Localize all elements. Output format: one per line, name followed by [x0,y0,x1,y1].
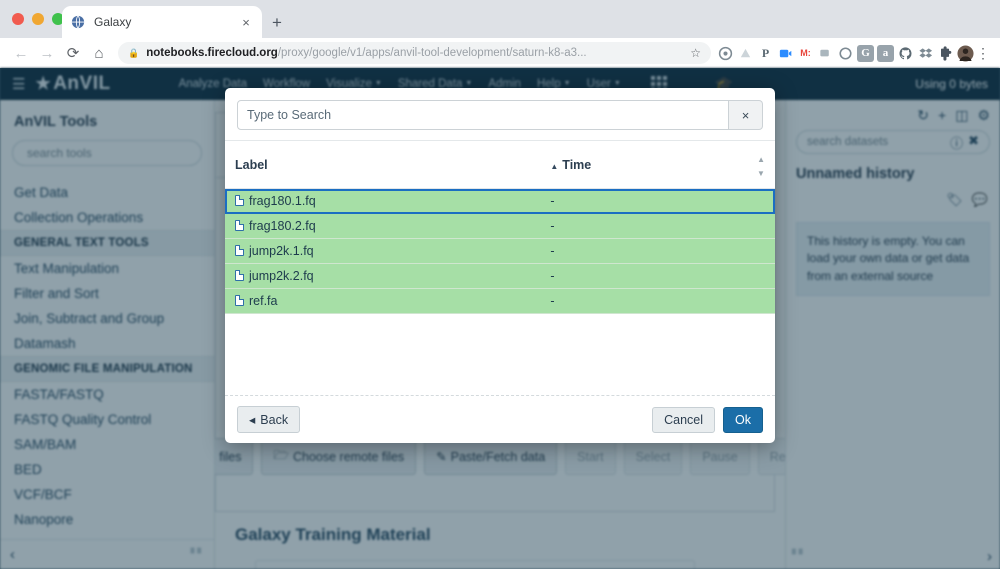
extension-icon-8[interactable]: a [877,44,894,62]
reload-button[interactable]: ⟳ [60,40,86,66]
extension-icon-6[interactable] [837,45,854,62]
minimize-window-button[interactable] [32,13,44,25]
file-icon [235,220,244,231]
address-bar-url: notebooks.firecloud.org/proxy/google/v1/… [146,47,684,59]
file-label-cell: frag180.1.fq [225,188,541,214]
back-button[interactable]: ◂ Back [237,406,301,433]
cancel-button[interactable]: Cancel [652,406,716,433]
file-label: jump2k.1.fq [249,244,314,258]
home-button[interactable]: ⌂ [86,40,112,66]
extension-icon-0[interactable] [717,45,734,62]
file-icon [235,245,244,256]
sort-ascending-icon: ▲ [550,162,559,171]
window-traffic-lights [12,13,64,25]
dropbox-icon[interactable] [917,45,934,62]
column-header-time[interactable]: ▲ Time [540,141,747,189]
table-row[interactable]: frag180.1.fq - [225,188,775,214]
file-table: Label ▲ Time ▲ ▼ frag180.1.fq - frag180.… [225,141,775,314]
extension-icon-3[interactable] [777,45,794,62]
clear-search-icon[interactable]: × [729,100,763,130]
column-header-sort-toggle[interactable]: ▲ ▼ [747,141,775,189]
file-row-end-cell [747,188,775,214]
browser-chrome: Galaxy × + ← → ⟳ ⌂ 🔒 notebooks.firecloud… [0,0,1000,68]
back-button[interactable]: ← [8,40,34,66]
browser-menu-icon[interactable]: ⋮ [974,45,992,62]
table-row[interactable]: frag180.2.fq - [225,213,775,239]
close-icon[interactable]: × [238,14,254,30]
file-time-cell: - [540,288,747,314]
modal-footer: ◂ Back Cancel Ok [225,395,775,443]
file-row-end-cell [747,238,775,264]
extension-icon-4[interactable]: M: [797,45,814,62]
file-label: jump2k.2.fq [249,269,314,283]
caret-left-icon: ◂ [249,413,256,427]
new-tab-button[interactable]: + [266,12,288,34]
file-table-body: frag180.1.fq - frag180.2.fq - jump2k.1.f… [225,188,775,314]
file-icon [235,270,244,281]
table-row[interactable]: jump2k.2.fq - [225,263,775,289]
back-button-label: Back [260,412,289,427]
browser-tab[interactable]: Galaxy × [62,6,262,38]
extension-icon-1[interactable] [737,45,754,62]
screenshot-root: Galaxy × + ← → ⟳ ⌂ 🔒 notebooks.firecloud… [0,0,1000,569]
ok-button[interactable]: Ok [723,406,763,433]
file-label-cell: jump2k.2.fq [225,263,541,289]
file-row-end-cell [747,213,775,239]
address-bar-domain: notebooks.firecloud.org [146,47,278,59]
close-window-button[interactable] [12,13,24,25]
file-label-cell: ref.fa [225,288,541,314]
extension-icon-2[interactable]: P [757,45,774,62]
bookmark-star-icon[interactable]: ☆ [690,46,701,60]
extension-icons: P M: G a [717,44,974,62]
file-time-cell: - [540,238,747,264]
file-label: frag180.1.fq [249,194,316,208]
modal-footer-actions: Cancel Ok [652,406,763,433]
globe-icon [70,14,86,30]
browser-tab-title: Galaxy [94,15,132,29]
column-header-time-text: Time [562,158,592,172]
column-header-label[interactable]: Label [225,141,541,189]
address-bar[interactable]: 🔒 notebooks.firecloud.org/proxy/google/v… [118,42,711,64]
lock-icon: 🔒 [128,47,140,58]
extension-icon-7[interactable]: G [857,44,874,62]
table-row[interactable]: ref.fa - [225,288,775,314]
modal-search-row: × [225,88,775,140]
column-header-label-text: Label [235,158,268,172]
file-row-end-cell [747,263,775,289]
forward-button[interactable]: → [34,40,60,66]
file-table-header-row: Label ▲ Time ▲ ▼ [225,141,775,189]
modal-file-list: Label ▲ Time ▲ ▼ frag180.1.fq - frag180.… [225,140,775,395]
address-bar-path: /proxy/google/v1/apps/anvil-tool-develop… [277,47,587,59]
file-time-cell: - [540,188,747,214]
avatar[interactable] [957,44,974,62]
file-label: frag180.2.fq [249,219,316,233]
sort-both-icon: ▲ ▼ [757,155,765,178]
file-label-cell: jump2k.1.fq [225,238,541,264]
extension-icon-5[interactable] [817,45,834,62]
file-label: ref.fa [249,294,278,308]
remote-files-modal: × Label ▲Time ▲▼ [225,88,775,443]
file-time-cell: - [540,263,747,289]
file-table-head: Label ▲ Time ▲ ▼ [225,141,775,189]
search-input[interactable] [237,100,729,130]
file-label-cell: frag180.2.fq [225,213,541,239]
file-icon [235,195,244,206]
file-icon [235,295,244,306]
file-time-cell: - [540,213,747,239]
tab-strip: Galaxy × + [0,0,1000,38]
table-row[interactable]: jump2k.1.fq - [225,238,775,264]
file-row-end-cell [747,288,775,314]
puzzle-icon[interactable] [937,45,954,62]
github-icon[interactable] [897,45,914,62]
browser-toolbar: ← → ⟳ ⌂ 🔒 notebooks.firecloud.org/proxy/… [0,38,1000,68]
